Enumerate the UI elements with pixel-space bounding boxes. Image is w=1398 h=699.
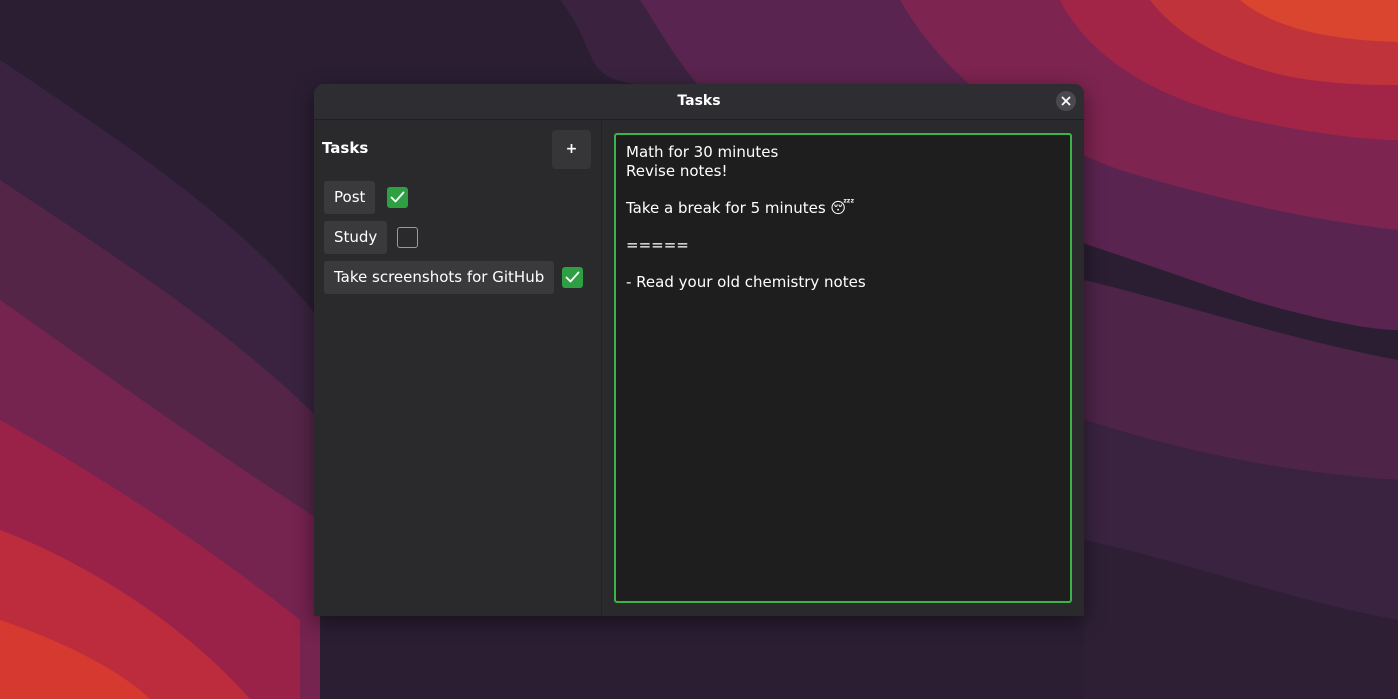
add-task-button[interactable]: + [552,130,591,169]
task-checkbox-post[interactable] [387,187,408,208]
task-notes-editor[interactable]: Math for 30 minutes Revise notes! Take a… [614,133,1072,603]
close-button[interactable] [1056,91,1076,111]
desktop: Tasks Tasks + Post Study Take screenshot… [0,0,1398,699]
task-checkbox-take-screenshots[interactable] [562,267,583,288]
sidebar-heading: Tasks [322,139,369,157]
close-icon [1061,96,1071,106]
app-window: Tasks Tasks + Post Study Take screenshot… [314,84,1084,616]
task-item-post[interactable]: Post [324,181,376,214]
checkmark-icon [390,191,405,203]
title-bar[interactable]: Tasks [314,84,1084,120]
task-sidebar: Tasks + Post Study Take screenshots for … [314,120,602,616]
task-item-take-screenshots[interactable]: Take screenshots for GitHub [324,261,555,294]
checkmark-icon [565,271,580,283]
window-title: Tasks [677,93,721,109]
editor-pane: Math for 30 minutes Revise notes! Take a… [602,120,1084,616]
task-item-study[interactable]: Study [324,221,388,254]
task-checkbox-study[interactable] [397,227,418,248]
